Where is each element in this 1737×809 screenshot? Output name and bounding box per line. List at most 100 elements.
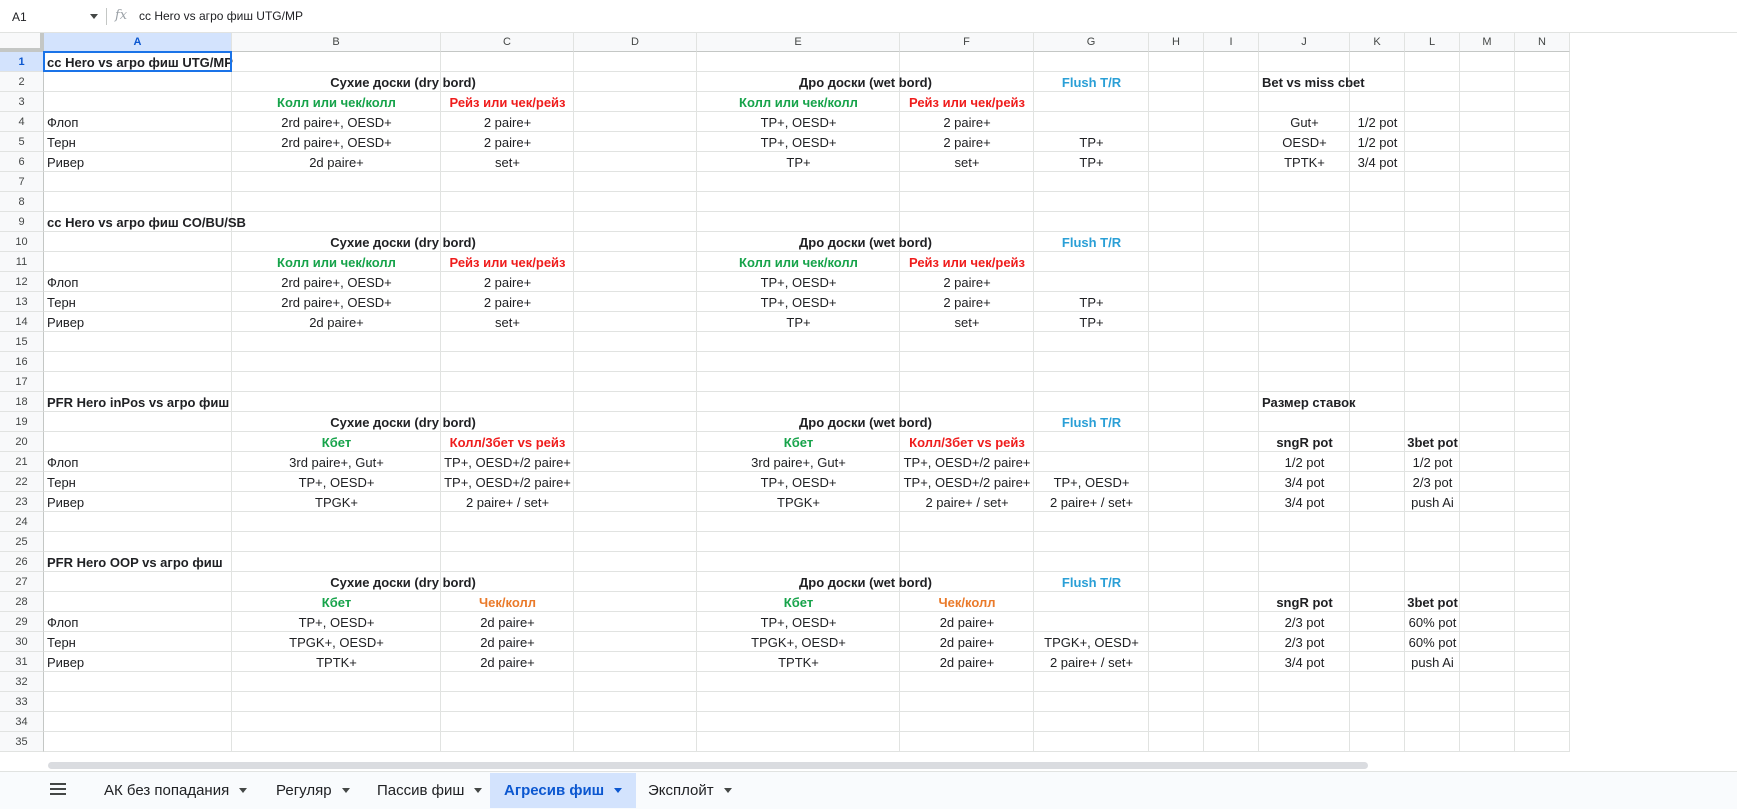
column-header-c[interactable]: C — [441, 33, 574, 52]
cell-m35[interactable] — [1460, 732, 1515, 752]
cell-m6[interactable] — [1460, 152, 1515, 172]
column-header-l[interactable]: L — [1405, 33, 1460, 52]
cell-b6-value[interactable]: 2d paire+ — [232, 152, 441, 172]
cell-b18[interactable] — [232, 392, 441, 412]
cell-j5-value[interactable]: OESD+ — [1259, 132, 1350, 152]
cell-l19[interactable] — [1405, 412, 1460, 432]
cell-m17[interactable] — [1460, 372, 1515, 392]
row-header-24[interactable]: 24 — [0, 512, 44, 532]
cell-i6[interactable] — [1204, 152, 1259, 172]
cell-i30[interactable] — [1204, 632, 1259, 652]
cell-g27-value[interactable]: Flush T/R — [1034, 572, 1149, 592]
row-header-11[interactable]: 11 — [0, 252, 44, 272]
cell-h29[interactable] — [1149, 612, 1204, 632]
cell-k24[interactable] — [1350, 512, 1405, 532]
cell-h16[interactable] — [1149, 352, 1204, 372]
cell-f25[interactable] — [900, 532, 1034, 552]
cell-m15[interactable] — [1460, 332, 1515, 352]
cell-a2[interactable] — [44, 72, 232, 92]
cell-m21[interactable] — [1460, 452, 1515, 472]
cell-f32[interactable] — [900, 672, 1034, 692]
cell-m14[interactable] — [1460, 312, 1515, 332]
row-header-21[interactable]: 21 — [0, 452, 44, 472]
cell-h34[interactable] — [1149, 712, 1204, 732]
cell-g15[interactable] — [1034, 332, 1149, 352]
cell-i24[interactable] — [1204, 512, 1259, 532]
cell-d21[interactable] — [574, 452, 697, 472]
cell-f12-value[interactable]: 2 paire+ — [900, 272, 1034, 292]
cell-m24[interactable] — [1460, 512, 1515, 532]
cell-k13[interactable] — [1350, 292, 1405, 312]
cell-d10[interactable] — [574, 232, 697, 252]
cell-j20-value[interactable]: sngR pot — [1259, 432, 1350, 452]
cell-c29-value[interactable]: 2d paire+ — [441, 612, 574, 632]
cell-c23-value[interactable]: 2 paire+ / set+ — [441, 492, 574, 512]
cell-b31-value[interactable]: TPTK+ — [232, 652, 441, 672]
row-header-3[interactable]: 3 — [0, 92, 44, 112]
cell-j19[interactable] — [1259, 412, 1350, 432]
cell-d29[interactable] — [574, 612, 697, 632]
cell-h10[interactable] — [1149, 232, 1204, 252]
cell-n25[interactable] — [1515, 532, 1570, 552]
row-header-10[interactable]: 10 — [0, 232, 44, 252]
cell-k10[interactable] — [1350, 232, 1405, 252]
row-header-33[interactable]: 33 — [0, 692, 44, 712]
cell-c24[interactable] — [441, 512, 574, 532]
row-header-15[interactable]: 15 — [0, 332, 44, 352]
cell-k27[interactable] — [1350, 572, 1405, 592]
cell-d3[interactable] — [574, 92, 697, 112]
cell-n32[interactable] — [1515, 672, 1570, 692]
formula-input[interactable]: cc Hero vs агро фиш UTG/MP — [139, 9, 303, 23]
cell-a13-value[interactable]: Терн — [44, 292, 232, 312]
cell-j11[interactable] — [1259, 252, 1350, 272]
cell-b34[interactable] — [232, 712, 441, 732]
cell-l27[interactable] — [1405, 572, 1460, 592]
cell-l16[interactable] — [1405, 352, 1460, 372]
cell-g1[interactable] — [1034, 52, 1149, 72]
cell-k17[interactable] — [1350, 372, 1405, 392]
cell-c1[interactable] — [441, 52, 574, 72]
cell-f24[interactable] — [900, 512, 1034, 532]
cell-n15[interactable] — [1515, 332, 1570, 352]
cell-h14[interactable] — [1149, 312, 1204, 332]
cell-l31-value[interactable]: push Ai — [1405, 652, 1460, 672]
cell-b16[interactable] — [232, 352, 441, 372]
cell-m29[interactable] — [1460, 612, 1515, 632]
cell-e5-value[interactable]: TP+, OESD+ — [697, 132, 900, 152]
cell-i14[interactable] — [1204, 312, 1259, 332]
cell-e25[interactable] — [697, 532, 900, 552]
column-header-a[interactable]: A — [44, 33, 232, 52]
cell-m27[interactable] — [1460, 572, 1515, 592]
cell-h13[interactable] — [1149, 292, 1204, 312]
cell-c11-value[interactable]: Рейз или чек/рейз — [441, 252, 574, 272]
cell-a31-value[interactable]: Ривер — [44, 652, 232, 672]
row-header-14[interactable]: 14 — [0, 312, 44, 332]
cell-f3-value[interactable]: Рейз или чек/рейз — [900, 92, 1034, 112]
cell-g10-value[interactable]: Flush T/R — [1034, 232, 1149, 252]
cell-i1[interactable] — [1204, 52, 1259, 72]
cell-i8[interactable] — [1204, 192, 1259, 212]
cell-c20-value[interactable]: Колл/3бет vs рейз — [441, 432, 574, 452]
cell-m25[interactable] — [1460, 532, 1515, 552]
cell-e15[interactable] — [697, 332, 900, 352]
cell-e14-value[interactable]: TP+ — [697, 312, 900, 332]
cell-c34[interactable] — [441, 712, 574, 732]
cell-g32[interactable] — [1034, 672, 1149, 692]
cell-e16[interactable] — [697, 352, 900, 372]
cell-g13-value[interactable]: TP+ — [1034, 292, 1149, 312]
cell-b4-value[interactable]: 2rd paire+, OESD+ — [232, 112, 441, 132]
cell-e32[interactable] — [697, 672, 900, 692]
column-header-e[interactable]: E — [697, 33, 900, 52]
cell-d30[interactable] — [574, 632, 697, 652]
cell-h25[interactable] — [1149, 532, 1204, 552]
cell-h35[interactable] — [1149, 732, 1204, 752]
cell-k28[interactable] — [1350, 592, 1405, 612]
cell-g35[interactable] — [1034, 732, 1149, 752]
row-header-27[interactable]: 27 — [0, 572, 44, 592]
cell-n14[interactable] — [1515, 312, 1570, 332]
column-header-f[interactable]: F — [900, 33, 1034, 52]
cell-m12[interactable] — [1460, 272, 1515, 292]
cell-b13-value[interactable]: 2rd paire+, OESD+ — [232, 292, 441, 312]
cell-g33[interactable] — [1034, 692, 1149, 712]
cell-c32[interactable] — [441, 672, 574, 692]
